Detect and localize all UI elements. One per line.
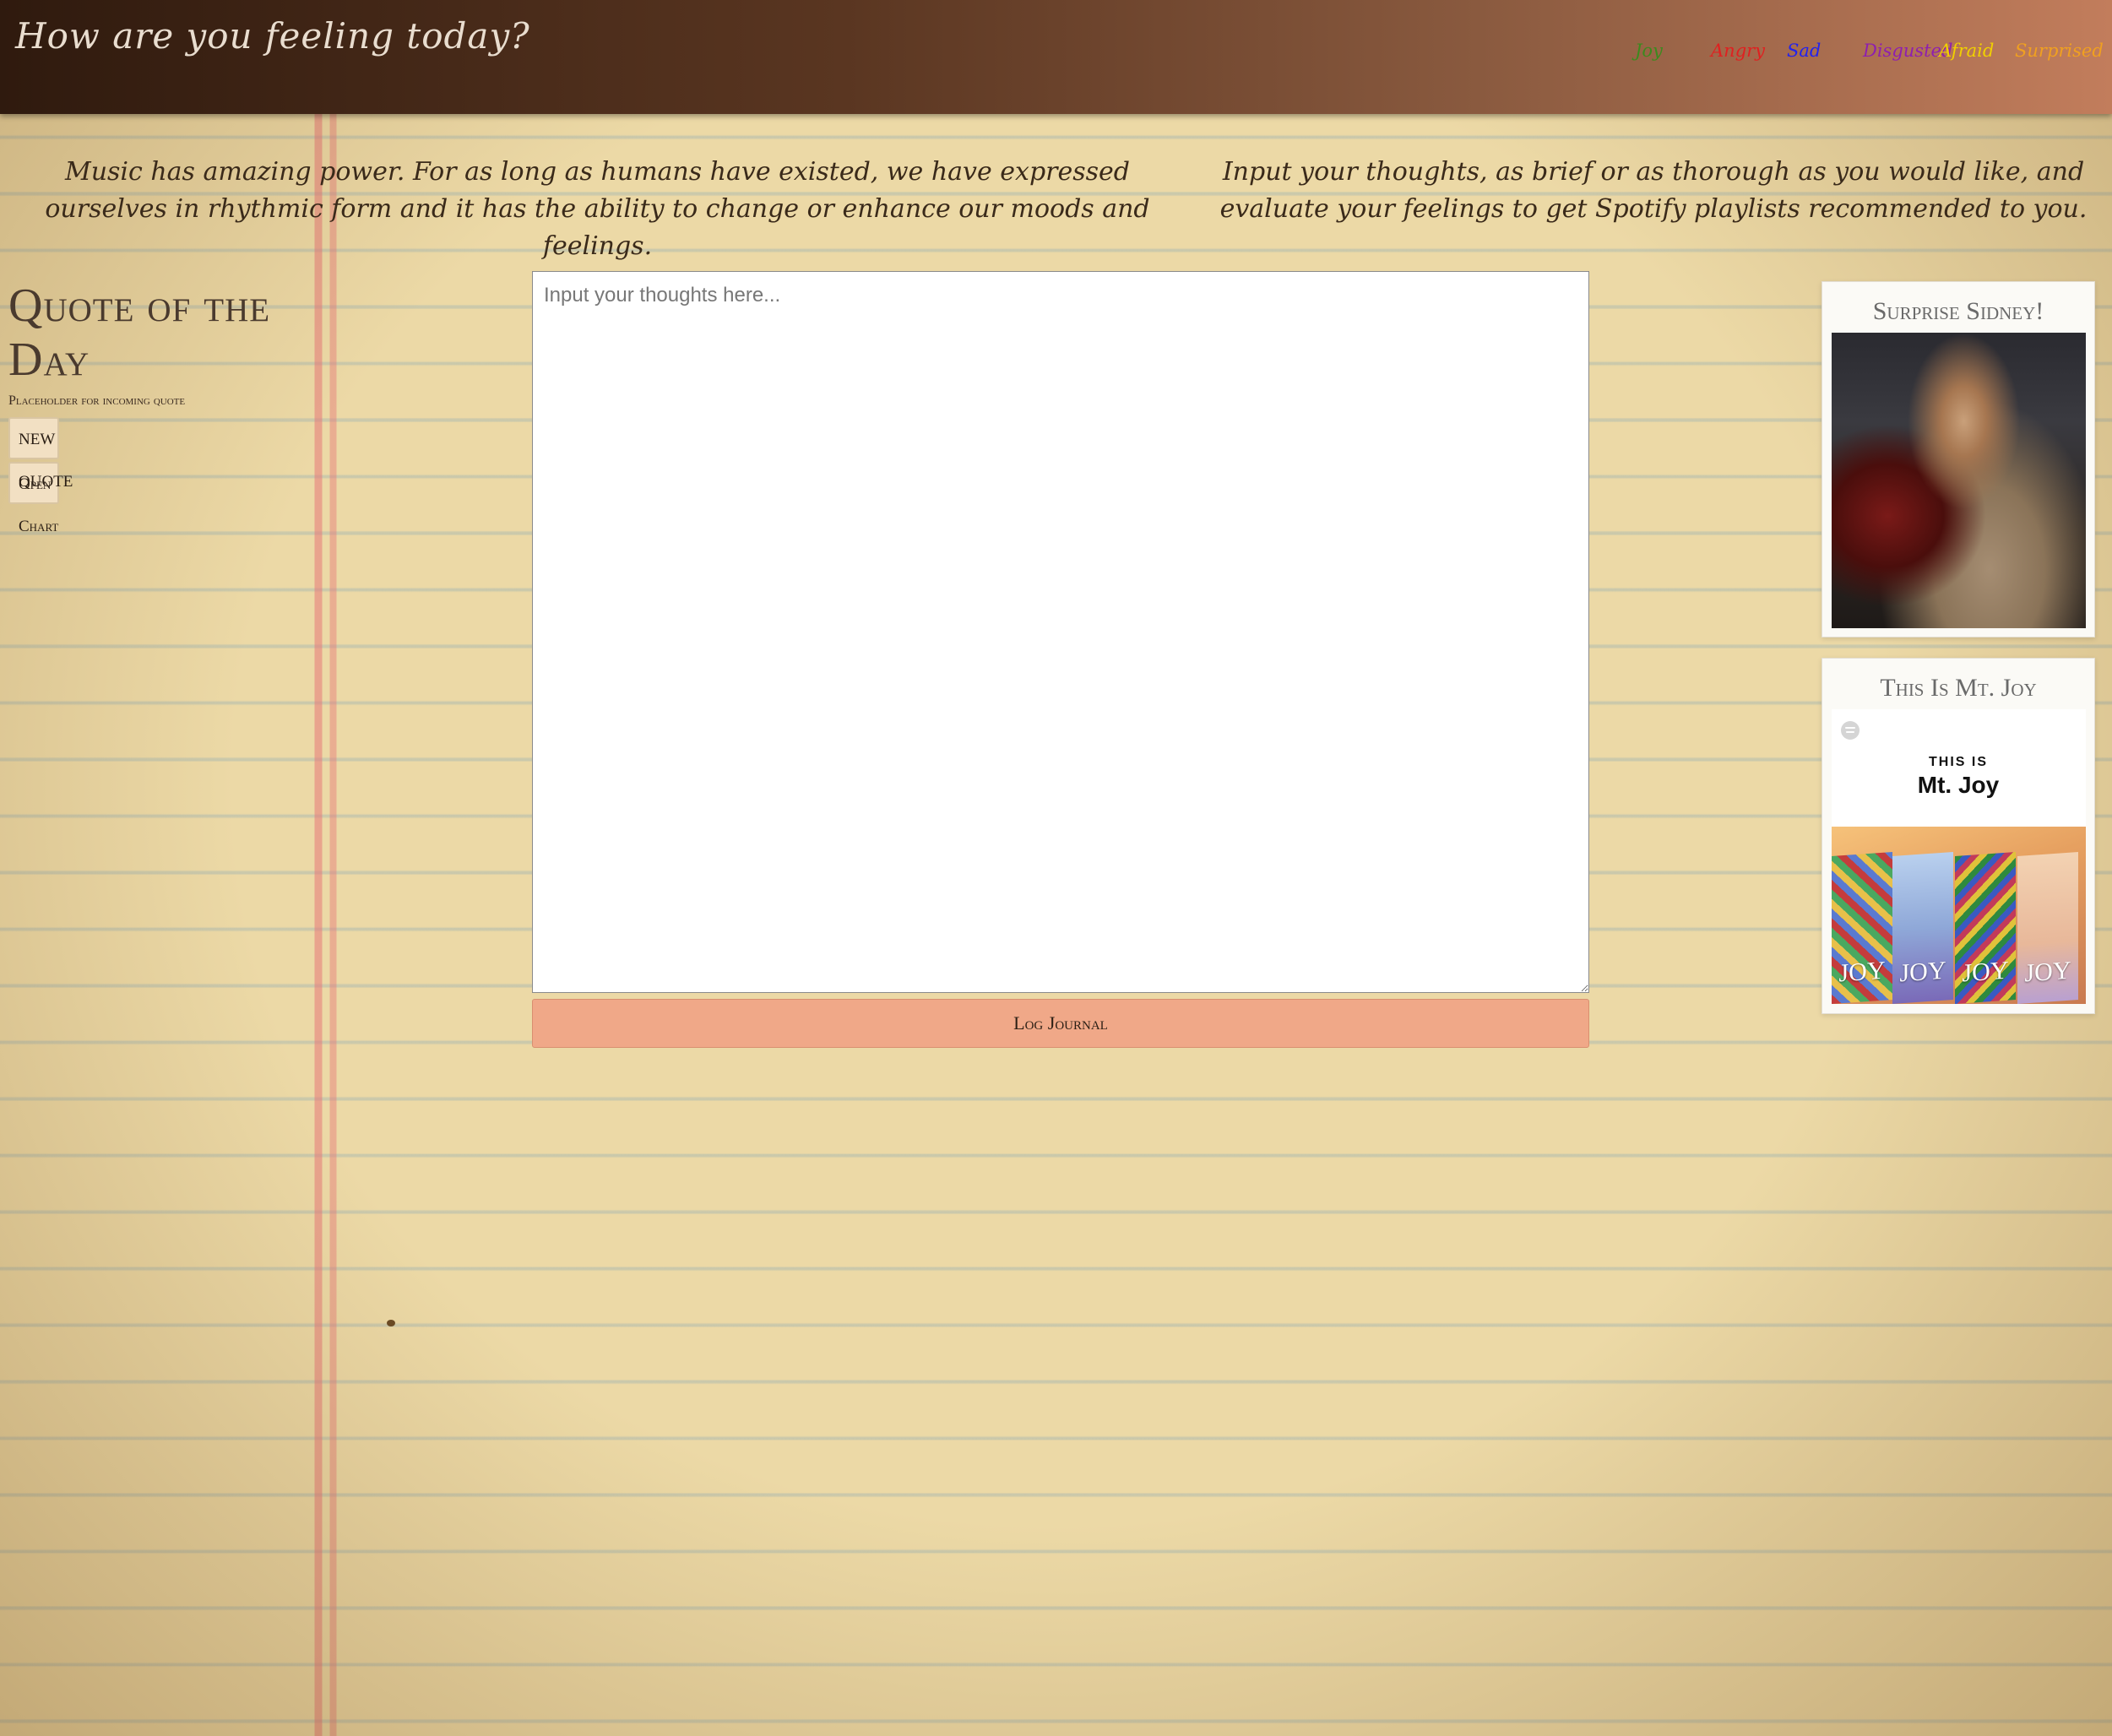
site-header: How are you feeling today? Joy Angry Sad… <box>0 0 2112 114</box>
intro-music-text: Music has amazing power. For as long as … <box>45 157 1150 261</box>
journal-input[interactable] <box>532 271 1589 993</box>
playlist-card-surprise-sidney[interactable]: Surprise Sidney! <box>1822 281 2095 637</box>
emotion-link-afraid[interactable]: Afraid <box>1939 41 1994 61</box>
album-art: JOY <box>2017 851 2078 1004</box>
emotion-link-sad[interactable]: Sad <box>1787 41 1821 61</box>
emotion-link-angry[interactable]: Angry <box>1711 41 1765 61</box>
playlist-card-mt-joy[interactable]: This Is Mt. Joy THIS IS Mt. Joy JOY JOY … <box>1822 658 2095 1014</box>
new-quote-button[interactable]: NEW QUOTE <box>8 417 73 491</box>
album-label: JOY <box>2023 956 2071 988</box>
log-journal-button[interactable]: Log Journal <box>532 999 1589 1048</box>
album-label: JOY <box>1961 956 2008 988</box>
spotify-icon <box>1840 721 1860 740</box>
quote-title: Quote of the Day <box>8 279 271 386</box>
quote-text: Placeholder for incoming quote <box>8 393 186 408</box>
album-art: JOY <box>1892 851 1953 1004</box>
cover-this-is-text: THIS IS <box>1928 755 1988 769</box>
album-art: JOY <box>1831 851 1892 1004</box>
album-label: JOY <box>1898 956 1946 988</box>
album-label: JOY <box>1838 956 1885 988</box>
emotion-link-joy[interactable]: Joy <box>1635 41 1663 61</box>
emotion-nav: Joy Angry Sad Disgusted Afraid Surprised <box>0 41 2112 74</box>
emotion-link-surprised[interactable]: Surprised <box>2015 41 2104 61</box>
intro-instructions-text: Input your thoughts, as brief or as thor… <box>1219 157 2088 224</box>
playlist-cover-image[interactable]: THIS IS Mt. Joy JOY JOY JOY JOY <box>1831 709 2086 1004</box>
quote-panel: Quote of the Day Placeholder for incomin… <box>8 279 287 535</box>
playlist-card-title: Surprise Sidney! <box>1872 297 2044 325</box>
album-art: JOY <box>1954 851 2016 1004</box>
paper-stain <box>387 1320 395 1326</box>
playlist-card-title: This Is Mt. Joy <box>1880 674 2037 702</box>
album-collage: JOY JOY JOY JOY <box>1831 827 2086 1004</box>
cover-artist-name: Mt. Joy <box>1917 772 2000 798</box>
movie-still-image[interactable] <box>1831 333 2086 628</box>
